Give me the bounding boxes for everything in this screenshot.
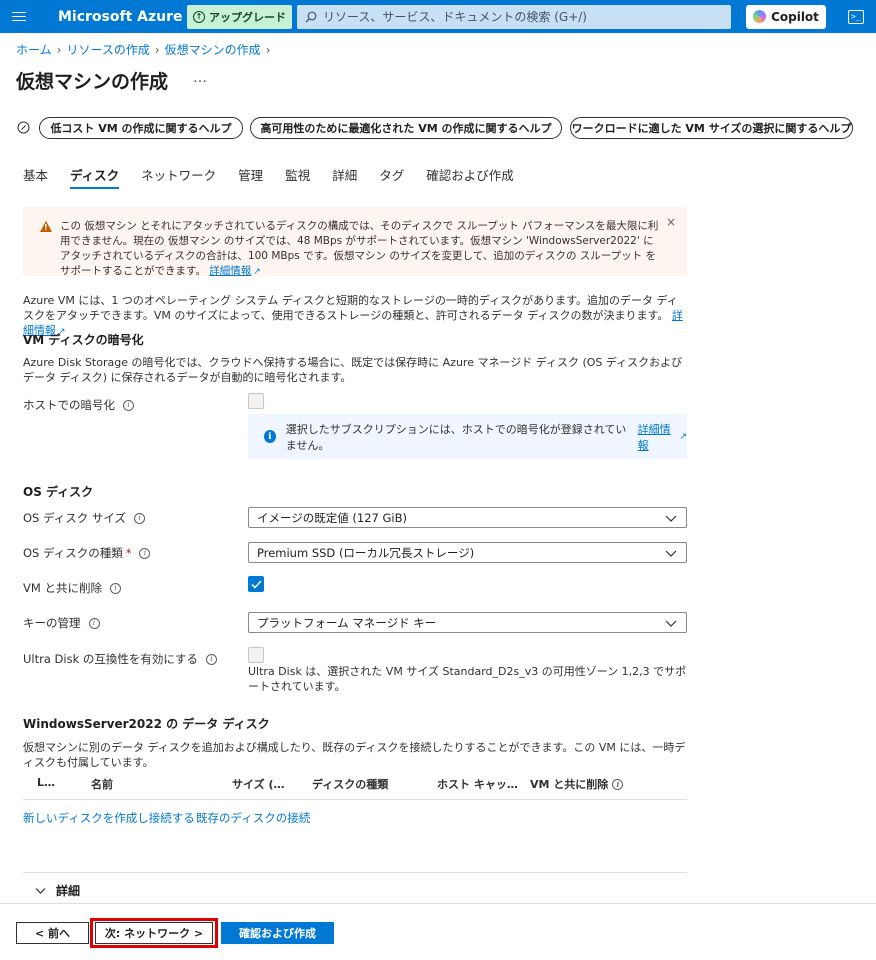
warning-learn-more-link[interactable]: 詳細情報	[209, 265, 251, 277]
next-networking-button[interactable]: 次: ネットワーク >	[95, 922, 213, 944]
review-create-button[interactable]: 確認および作成	[221, 922, 334, 944]
info-icon[interactable]: i	[612, 778, 624, 790]
menu-icon[interactable]	[0, 0, 38, 33]
warning-text: この 仮想マシン とそれにアタッチされているディスクの構成では、そのディスクで …	[60, 220, 659, 277]
checkmark-icon	[250, 579, 262, 589]
more-options-icon[interactable]: …	[193, 70, 208, 86]
tab-tags[interactable]: タグ	[379, 165, 404, 189]
tab-monitoring[interactable]: 監視	[285, 165, 310, 189]
help-high-availability-button[interactable]: 高可用性のために最適化された VM の作成に関するヘルプ	[250, 117, 562, 139]
chevron-down-icon	[665, 515, 677, 522]
previous-button[interactable]: < 前へ	[16, 922, 89, 944]
warning-icon	[40, 221, 52, 232]
table-divider	[23, 799, 687, 800]
os-disk-heading: OS ディスク	[23, 485, 94, 499]
column-delete-with-vm[interactable]: VM と共に削除 i	[530, 776, 624, 792]
upgrade-button[interactable]: ↑ アップグレード	[187, 4, 292, 29]
data-disks-heading: WindowsServer2022 の データ ディスク	[23, 717, 270, 731]
data-disks-text: 仮想マシンに別のデータ ディスクを追加および構成したり、既存のディスクを接続した…	[23, 741, 686, 769]
advanced-accordion[interactable]: 詳細	[35, 882, 80, 899]
tab-management[interactable]: 管理	[238, 165, 263, 189]
os-disk-type-label: OS ディスクの種類	[23, 546, 123, 560]
host-encryption-checkbox[interactable]	[248, 393, 264, 409]
create-attach-disk-link[interactable]: 新しいディスクを作成し接続する	[23, 810, 195, 826]
tab-basics[interactable]: 基本	[23, 165, 48, 189]
column-delete-with-vm-label: VM と共に削除	[530, 778, 609, 791]
key-management-label: キーの管理	[23, 616, 81, 630]
accordion-divider	[23, 872, 687, 873]
help-icon	[17, 121, 30, 134]
footer-divider	[0, 903, 876, 904]
column-size[interactable]: サイズ (…	[232, 776, 285, 792]
breadcrumb-home[interactable]: ホーム	[16, 43, 52, 57]
wizard-tabs: 基本 ディスク ネットワーク 管理 監視 詳細 タグ 確認および作成	[23, 165, 536, 189]
copilot-button[interactable]: Copilot	[746, 4, 826, 29]
close-icon[interactable]: ×	[666, 215, 676, 229]
key-management-select[interactable]: プラットフォーム マネージド キー	[248, 612, 687, 633]
info-icon[interactable]: i	[134, 512, 146, 524]
page-title: 仮想マシンの作成	[16, 71, 169, 93]
external-link-icon: ↗	[679, 431, 687, 442]
upgrade-label: アップグレード	[209, 10, 286, 24]
search-icon	[305, 11, 317, 22]
top-bar: Microsoft Azure ↑ アップグレード リソース、サービス、ドキュメ…	[0, 0, 876, 33]
copilot-icon	[753, 10, 767, 23]
upgrade-icon: ↑	[193, 10, 205, 23]
throughput-warning: この 仮想マシン とそれにアタッチされているディスクの構成では、そのディスクで …	[23, 207, 687, 277]
advanced-label: 詳細	[56, 884, 81, 898]
tab-advanced[interactable]: 詳細	[332, 165, 357, 189]
delete-with-vm-checkbox[interactable]	[248, 576, 264, 592]
chevron-down-icon	[665, 550, 677, 557]
os-disk-size-label: OS ディスク サイズ	[23, 511, 127, 525]
ultra-disk-note: Ultra Disk は、選択された VM サイズ Standard_D2s_v…	[248, 665, 687, 693]
help-low-cost-vm-button[interactable]: 低コスト VM の作成に関するヘルプ	[39, 117, 243, 139]
key-management-value: プラットフォーム マネージド キー	[257, 615, 437, 630]
attach-existing-disk-link[interactable]: 既存のディスクの接続	[196, 810, 310, 826]
chevron-right-icon: ›	[154, 43, 160, 57]
copilot-label: Copilot	[771, 9, 819, 24]
chevron-right-icon: ›	[265, 43, 271, 57]
column-lun[interactable]: L…	[37, 776, 55, 789]
tab-disks[interactable]: ディスク	[70, 165, 120, 189]
info-icon[interactable]: i	[206, 653, 218, 665]
column-host-caching[interactable]: ホスト キャッ…	[437, 776, 518, 792]
breadcrumb-create-resource[interactable]: リソースの作成	[66, 43, 149, 57]
host-encryption-info: i 選択したサブスクリプションには、ホストでの暗号化が登録されていません。 詳細…	[248, 414, 687, 459]
tab-networking[interactable]: ネットワーク	[141, 165, 216, 189]
delete-with-vm-label: VM と共に削除	[23, 581, 102, 595]
encryption-text: Azure Disk Storage の暗号化では、クラウドへ保持する場合に、既…	[23, 356, 683, 384]
info-icon[interactable]: i	[109, 582, 121, 594]
brand-title[interactable]: Microsoft Azure	[58, 9, 184, 25]
breadcrumb-create-vm[interactable]: 仮想マシンの作成	[165, 43, 261, 57]
os-disk-size-select[interactable]: イメージの既定値 (127 GiB)	[248, 507, 687, 528]
column-disk-type[interactable]: ディスクの種類	[312, 776, 388, 792]
host-encryption-label: ホストでの暗号化	[23, 398, 115, 412]
search-placeholder: リソース、サービス、ドキュメントの検索 (G+/)	[323, 10, 587, 24]
breadcrumb: ホーム › リソースの作成 › 仮想マシンの作成 ›	[16, 41, 276, 58]
external-link-icon: ↗	[253, 267, 261, 277]
cloud-shell-icon[interactable]: >_	[848, 9, 864, 24]
ultra-disk-checkbox[interactable]	[248, 647, 264, 663]
info-icon[interactable]: i	[139, 547, 151, 559]
info-icon[interactable]: i	[123, 399, 134, 411]
info-icon[interactable]: i	[88, 617, 100, 629]
encryption-heading: VM ディスクの暗号化	[23, 333, 144, 347]
tab-review-create[interactable]: 確認および作成	[426, 165, 514, 189]
chevron-right-icon: ›	[56, 43, 62, 57]
ultra-disk-label: Ultra Disk の互換性を有効にする	[23, 652, 199, 666]
chevron-down-icon	[35, 888, 46, 894]
search-input[interactable]: リソース、サービス、ドキュメントの検索 (G+/)	[297, 4, 731, 29]
intro-text: Azure VM には、1 つのオペレーティング システム ディスクと短期的なス…	[23, 294, 678, 322]
chevron-down-icon	[665, 620, 677, 627]
host-encryption-learn-more-link[interactable]: 詳細情報	[638, 421, 678, 453]
os-disk-size-value: イメージの既定値 (127 GiB)	[257, 510, 407, 525]
column-name[interactable]: 名前	[91, 776, 113, 792]
info-filled-icon: i	[264, 430, 276, 443]
os-disk-type-select[interactable]: Premium SSD (ローカル冗長ストレージ)	[248, 542, 687, 563]
os-disk-type-value: Premium SSD (ローカル冗長ストレージ)	[257, 545, 475, 560]
host-encryption-info-text: 選択したサブスクリプションには、ホストでの暗号化が登録されていません。	[285, 422, 627, 452]
help-vm-size-button[interactable]: ワークロードに適した VM サイズの選択に関するヘルプ	[570, 117, 853, 139]
required-marker: *	[125, 546, 132, 560]
